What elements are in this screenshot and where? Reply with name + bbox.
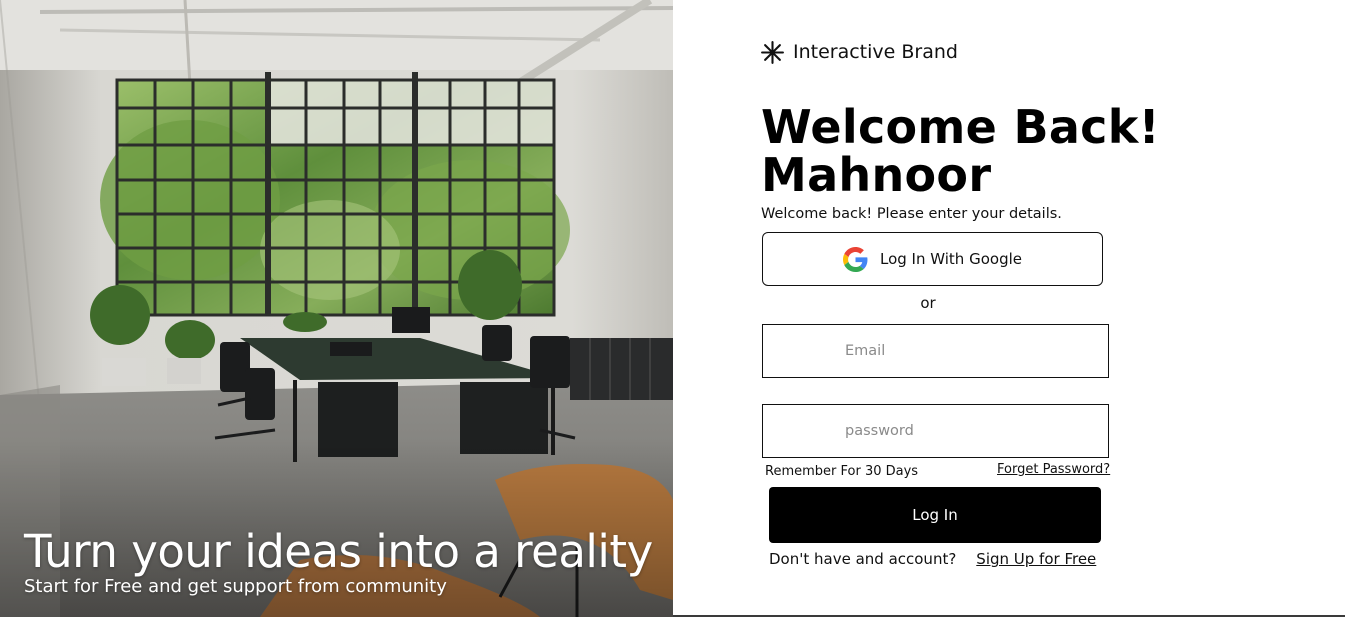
google-login-label: Log In With Google xyxy=(880,250,1022,268)
user-name-heading: Mahnoor xyxy=(761,148,992,202)
hero-image-panel: Turn your ideas into a reality Start for… xyxy=(0,0,673,617)
brand-logo[interactable]: Interactive Brand xyxy=(760,40,958,65)
hero-title: Turn your ideas into a reality xyxy=(24,525,653,578)
welcome-subtitle: Welcome back! Please enter your details. xyxy=(761,206,1062,222)
divider-or: or xyxy=(920,294,936,312)
welcome-heading: Welcome Back! xyxy=(761,100,1160,154)
google-login-button[interactable]: Log In With Google xyxy=(762,232,1103,286)
remember-me-label[interactable]: Remember For 30 Days xyxy=(765,464,918,479)
page-title: Welcome Back! Mahnoor xyxy=(761,103,1160,199)
signup-link[interactable]: Sign Up for Free xyxy=(976,550,1096,568)
hero-text-block: Turn your ideas into a reality Start for… xyxy=(24,526,653,598)
password-field[interactable] xyxy=(763,405,1108,457)
hero-subtitle: Start for Free and get support from comm… xyxy=(24,576,447,597)
signup-row: Don't have and account? Sign Up for Free xyxy=(769,550,1096,568)
login-button[interactable]: Log In xyxy=(769,487,1101,543)
signup-prompt: Don't have and account? xyxy=(769,550,957,568)
brand-name: Interactive Brand xyxy=(793,41,958,63)
password-field-box[interactable] xyxy=(762,404,1109,458)
email-field-box[interactable] xyxy=(762,324,1109,378)
google-icon xyxy=(843,246,868,272)
forgot-password-link[interactable]: Forget Password? xyxy=(997,462,1110,477)
email-field[interactable] xyxy=(763,325,1108,377)
asterisk-icon xyxy=(761,41,784,64)
